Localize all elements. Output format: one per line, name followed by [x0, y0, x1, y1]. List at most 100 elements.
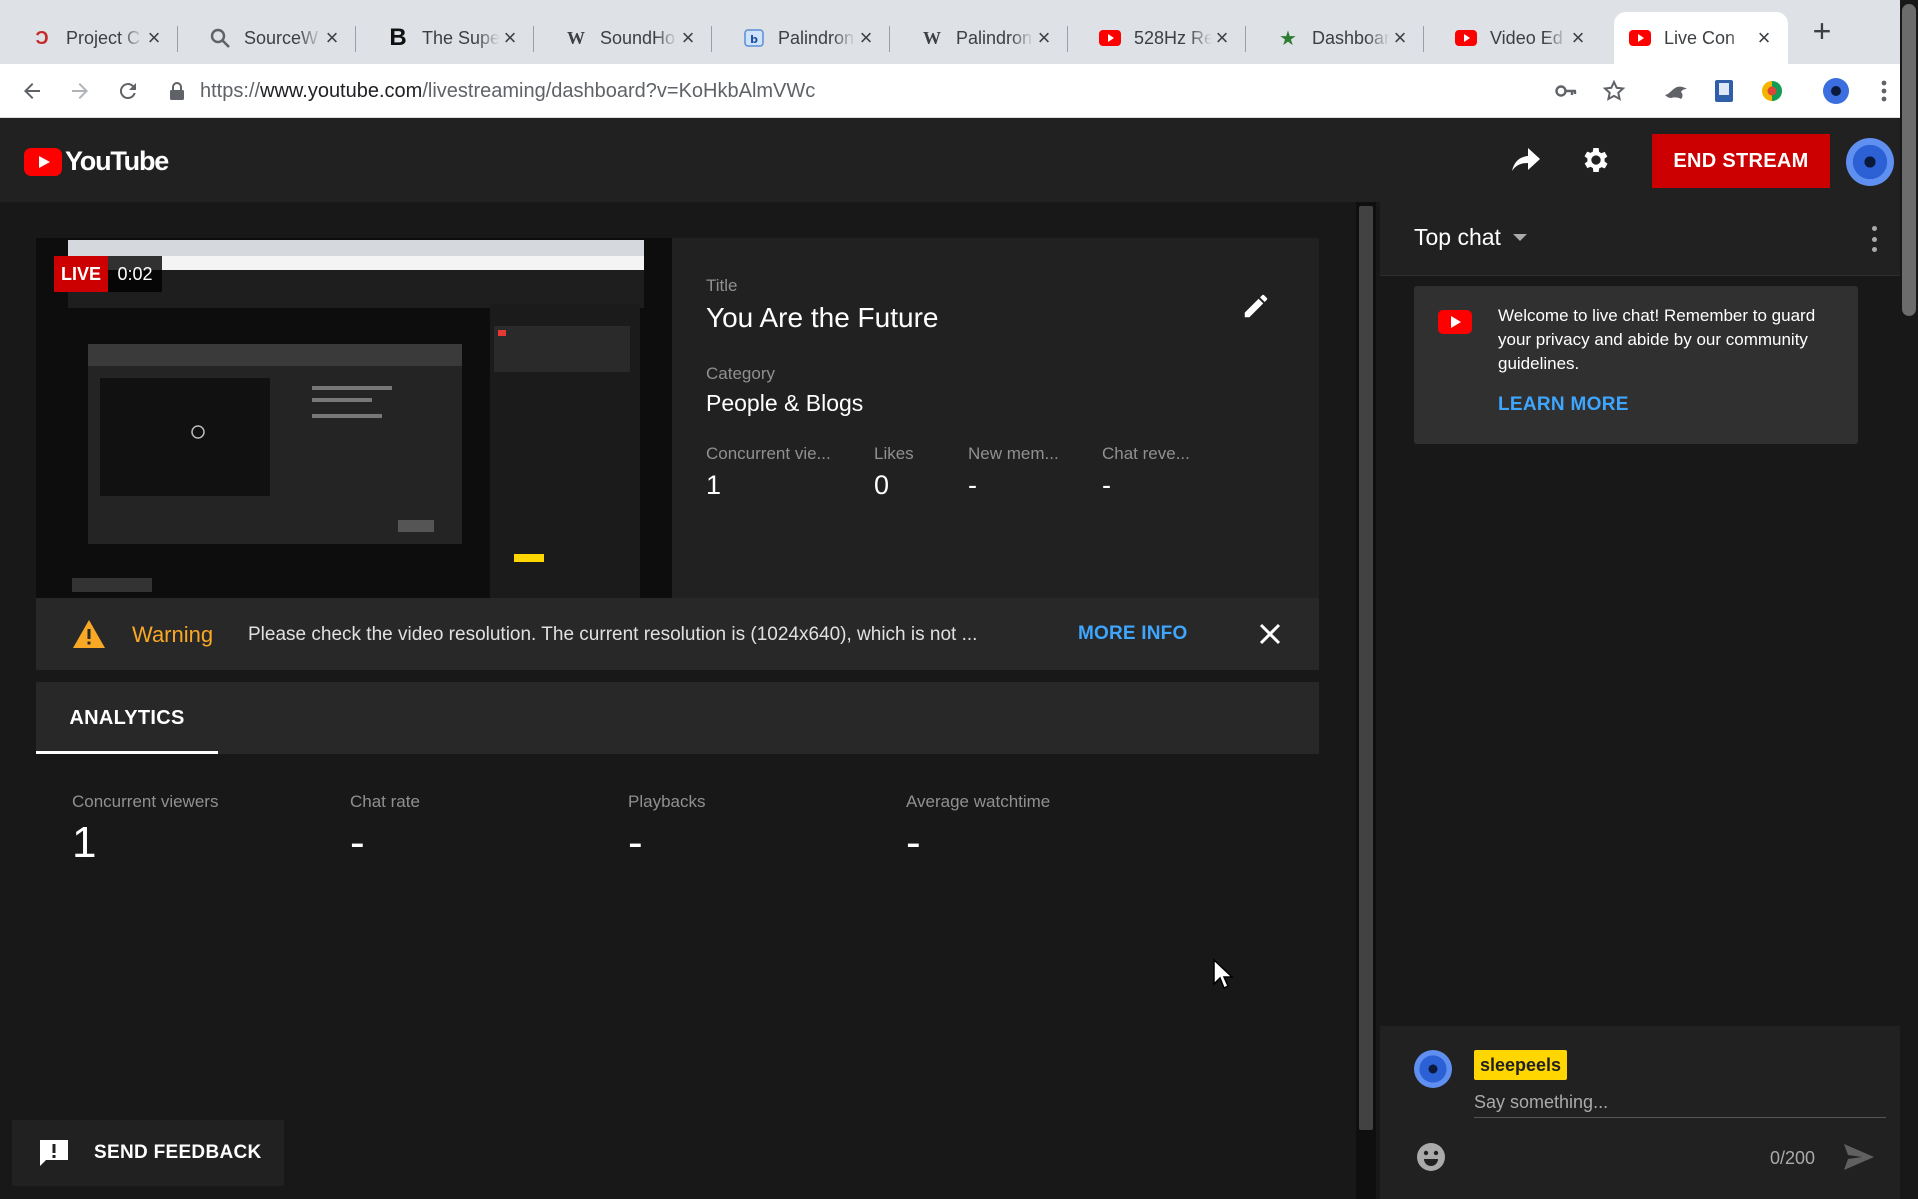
lock-icon: [170, 82, 184, 100]
chat-char-count: 0/200: [1770, 1148, 1816, 1168]
analytics-tab-bar: ANALYTICS: [36, 682, 1319, 754]
gear-icon: [1584, 148, 1608, 172]
category-label: Category: [706, 364, 775, 383]
elapsed-time: 0:02: [108, 256, 162, 292]
analytics-label-chat-rate: Chat rate: [350, 792, 420, 811]
page-scrollbar[interactable]: [1900, 0, 1918, 1199]
new-tab-button[interactable]: +: [1806, 15, 1838, 48]
youtube-icon: [1454, 26, 1478, 50]
extension-globe-icon[interactable]: [1758, 77, 1786, 105]
live-badge: LIVE: [54, 256, 108, 292]
arrow-left-icon: [24, 83, 40, 99]
browser-tab-active[interactable]: Live Con ×: [1614, 12, 1788, 64]
extension-book-icon[interactable]: [1710, 77, 1738, 105]
share-arrow-icon: [1512, 148, 1540, 171]
close-icon: [1259, 623, 1281, 645]
browser-tab[interactable]: b Palindron ×: [712, 12, 890, 64]
analytics-value-concurrent: 1: [72, 818, 97, 867]
key-icon[interactable]: [1552, 77, 1580, 105]
stat-label-chat-revenue: Chat reve...: [1102, 444, 1190, 463]
search-icon: [208, 26, 232, 50]
caret-down-icon: [1512, 234, 1527, 241]
edit-button[interactable]: [1238, 288, 1274, 324]
close-icon[interactable]: ×: [856, 25, 876, 51]
browser-tab[interactable]: W Palindron ×: [890, 12, 1068, 64]
learn-more-link[interactable]: LEARN MORE: [1498, 394, 1629, 416]
chat-username-badge: sleepeels: [1474, 1050, 1568, 1080]
browser-tab[interactable]: W SoundHo ×: [534, 12, 712, 64]
bookmark-star-icon[interactable]: [1600, 77, 1628, 105]
close-icon[interactable]: ×: [1568, 25, 1588, 51]
star-icon: ★: [1279, 27, 1297, 50]
browser-tab[interactable]: B The Supe ×: [356, 12, 534, 64]
stat-value-likes: 0: [874, 470, 890, 500]
bold-b-icon: B: [389, 24, 407, 51]
chat-message-input[interactable]: [1474, 1088, 1886, 1118]
chat-header: Top chat: [1380, 202, 1900, 276]
close-icon[interactable]: ×: [678, 25, 698, 51]
stream-preview-video[interactable]: [36, 238, 672, 598]
close-icon[interactable]: ×: [322, 25, 342, 51]
browser-tab[interactable]: SourceW ×: [178, 12, 356, 64]
dismiss-warning-button[interactable]: [1252, 616, 1288, 652]
browser-tab[interactable]: 528Hz Re ×: [1068, 12, 1246, 64]
end-stream-button[interactable]: END STREAM: [1652, 134, 1830, 188]
tab-label: 528Hz Re: [1134, 27, 1212, 48]
address-bar[interactable]: https://www.youtube.com/livestreaming/da…: [168, 72, 1648, 110]
tab-label: SoundHo: [600, 27, 676, 48]
more-info-link[interactable]: MORE INFO: [1078, 623, 1187, 645]
share-button[interactable]: [1506, 140, 1546, 180]
browser-tab[interactable]: ★ Dashboar ×: [1246, 12, 1424, 64]
emoji-icon[interactable]: [1414, 1140, 1448, 1174]
main-scrollbar-thumb[interactable]: [1359, 206, 1373, 1130]
stat-label-new-members: New mem...: [968, 444, 1059, 463]
title-label: Title: [706, 276, 738, 295]
tab-label: The Supe: [422, 27, 500, 48]
pencil-icon: [1244, 294, 1268, 318]
youtube-logo[interactable]: YouTube: [24, 146, 169, 177]
account-avatar[interactable]: [1846, 138, 1894, 186]
resolution-warning-bar: Warning Please check the video resolutio…: [36, 598, 1319, 670]
reload-button[interactable]: [112, 75, 144, 107]
close-icon[interactable]: ×: [1034, 25, 1054, 51]
back-button[interactable]: [16, 75, 48, 107]
tab-label: Project C: [66, 27, 141, 48]
browser-tab-strip: Ɔ Project C × SourceW × B The Supe × W S…: [0, 0, 1918, 64]
forward-button[interactable]: [64, 75, 96, 107]
analytics-label-concurrent: Concurrent viewers: [72, 792, 219, 811]
url-text: https://www.youtube.com/livestreaming/da…: [200, 80, 815, 103]
close-icon[interactable]: ×: [1390, 25, 1410, 51]
close-icon[interactable]: ×: [144, 25, 164, 51]
send-feedback-button[interactable]: SEND FEEDBACK: [12, 1120, 284, 1186]
chat-more-options-icon[interactable]: [1870, 226, 1878, 252]
analytics-label-playbacks: Playbacks: [628, 792, 706, 811]
page-scrollbar-thumb[interactable]: [1902, 4, 1916, 316]
settings-button[interactable]: [1576, 140, 1616, 180]
chat-mode-dropdown[interactable]: Top chat: [1414, 224, 1527, 251]
browser-tab[interactable]: Video Ed ×: [1424, 12, 1602, 64]
stat-label-concurrent: Concurrent vie...: [706, 444, 831, 463]
project-c-icon: Ɔ: [35, 27, 49, 48]
browser-tab[interactable]: Ɔ Project C ×: [0, 12, 178, 64]
stream-title: You Are the Future: [706, 302, 939, 333]
url-host: www.youtube.com: [260, 79, 423, 102]
send-icon[interactable]: [1842, 1142, 1876, 1172]
send-feedback-label: SEND FEEDBACK: [94, 1142, 262, 1163]
chat-composer: sleepeels 0/200: [1380, 1026, 1918, 1199]
extension-bird-icon[interactable]: [1662, 77, 1690, 105]
wikipedia-icon: W: [923, 27, 941, 48]
close-icon[interactable]: ×: [1754, 25, 1774, 51]
tab-label: Dashboar: [1312, 27, 1390, 48]
screen-capture-thumbnail: [36, 238, 672, 598]
close-icon[interactable]: ×: [500, 25, 520, 51]
close-icon[interactable]: ×: [1212, 25, 1232, 51]
analytics-label-watchtime: Average watchtime: [906, 792, 1051, 811]
browser-toolbar: https://www.youtube.com/livestreaming/da…: [0, 64, 1918, 118]
arrow-right-icon: [72, 83, 88, 99]
profile-avatar-icon[interactable]: [1822, 77, 1850, 105]
browser-menu-icon[interactable]: [1870, 77, 1898, 105]
feedback-icon: [40, 1140, 68, 1166]
tab-label: Live Con: [1664, 27, 1736, 48]
analytics-value-watchtime: -: [906, 818, 921, 867]
tab-analytics[interactable]: ANALYTICS: [36, 682, 218, 754]
